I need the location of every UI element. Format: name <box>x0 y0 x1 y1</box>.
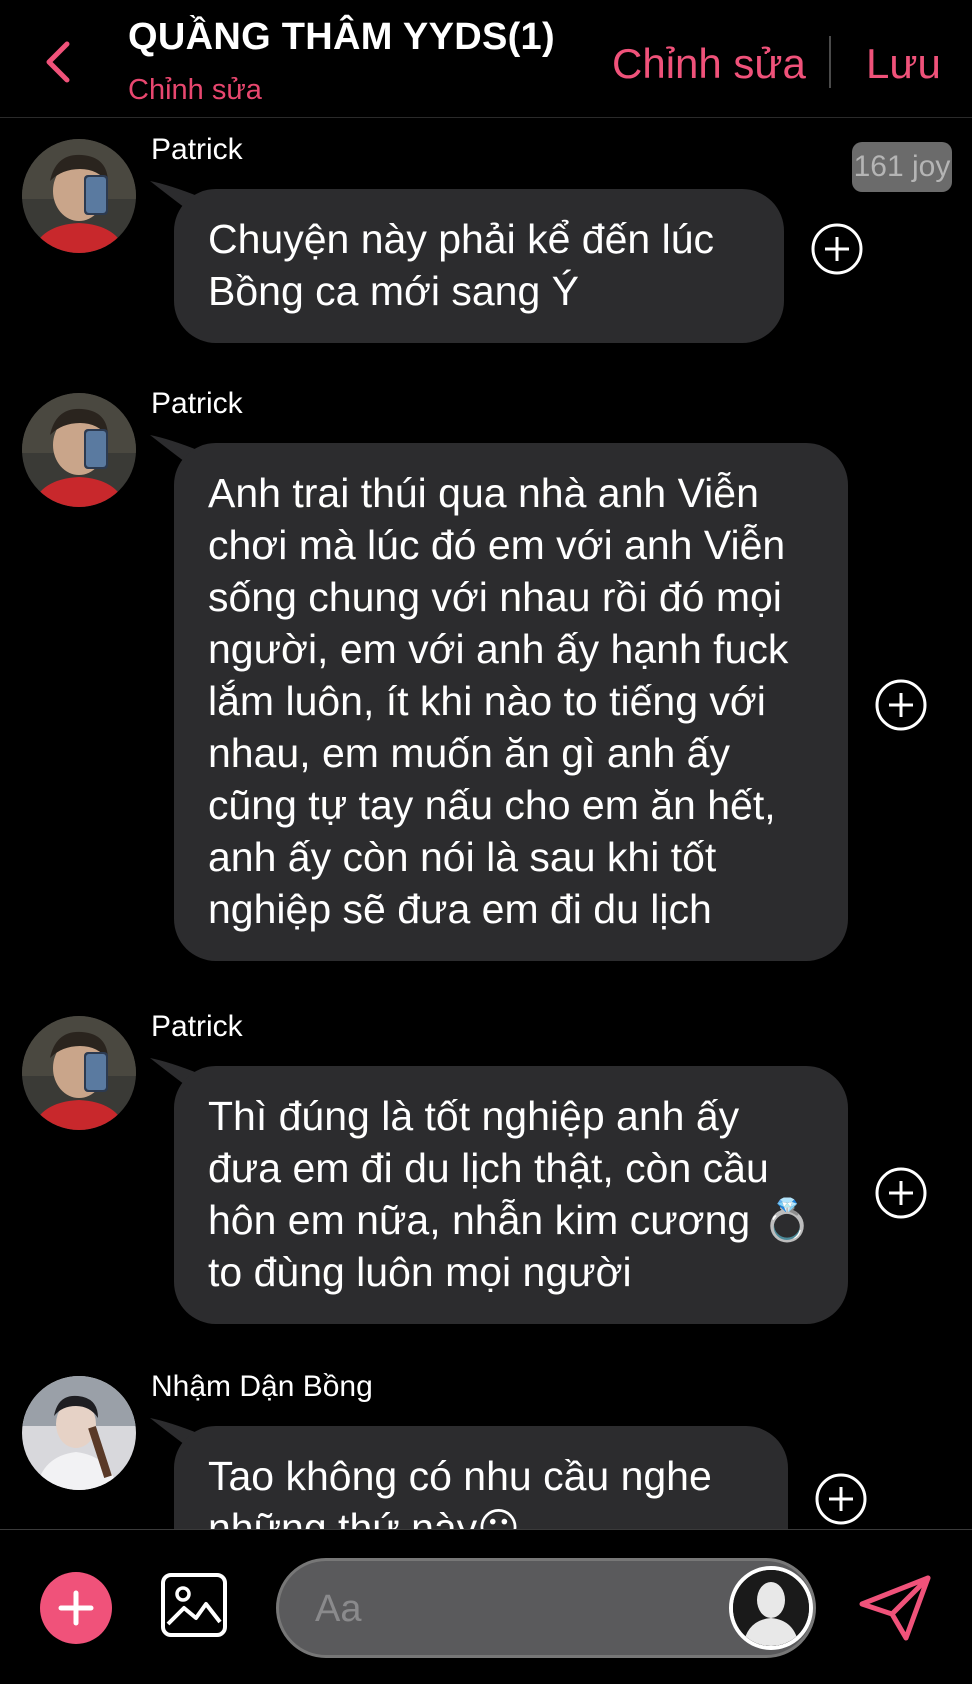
sender-name: Patrick <box>151 387 243 420</box>
send-icon[interactable] <box>858 1574 932 1642</box>
chat-subtitle-edit-link[interactable]: Chỉnh sửa <box>128 74 262 107</box>
message-text: Tao không có nhu cầu nghe những thứ này😶 <box>208 1453 712 1529</box>
plus-circle-icon[interactable] <box>874 1166 928 1220</box>
add-button[interactable] <box>40 1572 112 1644</box>
message-bubble[interactable]: Chuyện này phải kể đến lúc Bồng ca mới s… <box>174 189 784 343</box>
plus-icon <box>58 1590 94 1626</box>
composer-bar <box>0 1529 972 1684</box>
avatar[interactable] <box>22 1376 136 1490</box>
avatar[interactable] <box>22 1016 136 1130</box>
plus-circle-icon[interactable] <box>874 678 928 732</box>
plus-circle-icon[interactable] <box>814 1472 868 1526</box>
header-divider <box>829 36 831 88</box>
chat-title: QUẦNG THÂM YYDS(1) <box>128 16 555 58</box>
avatar-photo <box>22 1376 136 1490</box>
chevron-left-icon <box>46 41 70 83</box>
avatar-photo <box>22 393 136 507</box>
message-text: Chuyện này phải kể đến lúc Bồng ca mới s… <box>208 216 715 314</box>
message-bubble[interactable]: Anh trai thúi qua nhà anh Viễn chơi mà l… <box>174 443 848 961</box>
avatar[interactable] <box>22 393 136 507</box>
message-bubble[interactable]: Thì đúng là tốt nghiệp anh ấy đưa em đi … <box>174 1066 848 1324</box>
message-text: Anh trai thúi qua nhà anh Viễn chơi mà l… <box>208 470 789 932</box>
plus-circle-icon[interactable] <box>810 222 864 276</box>
message-input[interactable] <box>315 1583 695 1635</box>
person-silhouette-icon <box>733 1570 809 1646</box>
message-text: Thì đúng là tốt nghiệp anh ấy đưa em đi … <box>208 1093 813 1295</box>
joy-count-badge: 161 joy <box>852 142 952 192</box>
message-bubble[interactable]: Tao không có nhu cầu nghe những thứ này😶 <box>174 1426 788 1529</box>
sender-name: Nhậm Dận Bồng <box>151 1370 373 1403</box>
sender-name: Patrick <box>151 1010 243 1043</box>
avatar-photo <box>22 139 136 253</box>
message-input-wrapper <box>276 1558 816 1658</box>
sender-name: Patrick <box>151 133 243 166</box>
avatar-photo <box>22 1016 136 1130</box>
back-button[interactable] <box>36 34 80 90</box>
avatar[interactable] <box>22 139 136 253</box>
edit-button[interactable]: Chỉnh sửa <box>612 40 806 88</box>
chat-header: QUẦNG THÂM YYDS(1) Chỉnh sửa Chỉnh sửa L… <box>0 0 972 118</box>
save-button[interactable]: Lưu <box>866 40 941 88</box>
character-avatar-button[interactable] <box>729 1566 813 1650</box>
image-icon[interactable] <box>160 1572 228 1638</box>
message-list[interactable]: Patrick Chuyện này phải kể đến lúc Bồng … <box>0 119 972 1529</box>
